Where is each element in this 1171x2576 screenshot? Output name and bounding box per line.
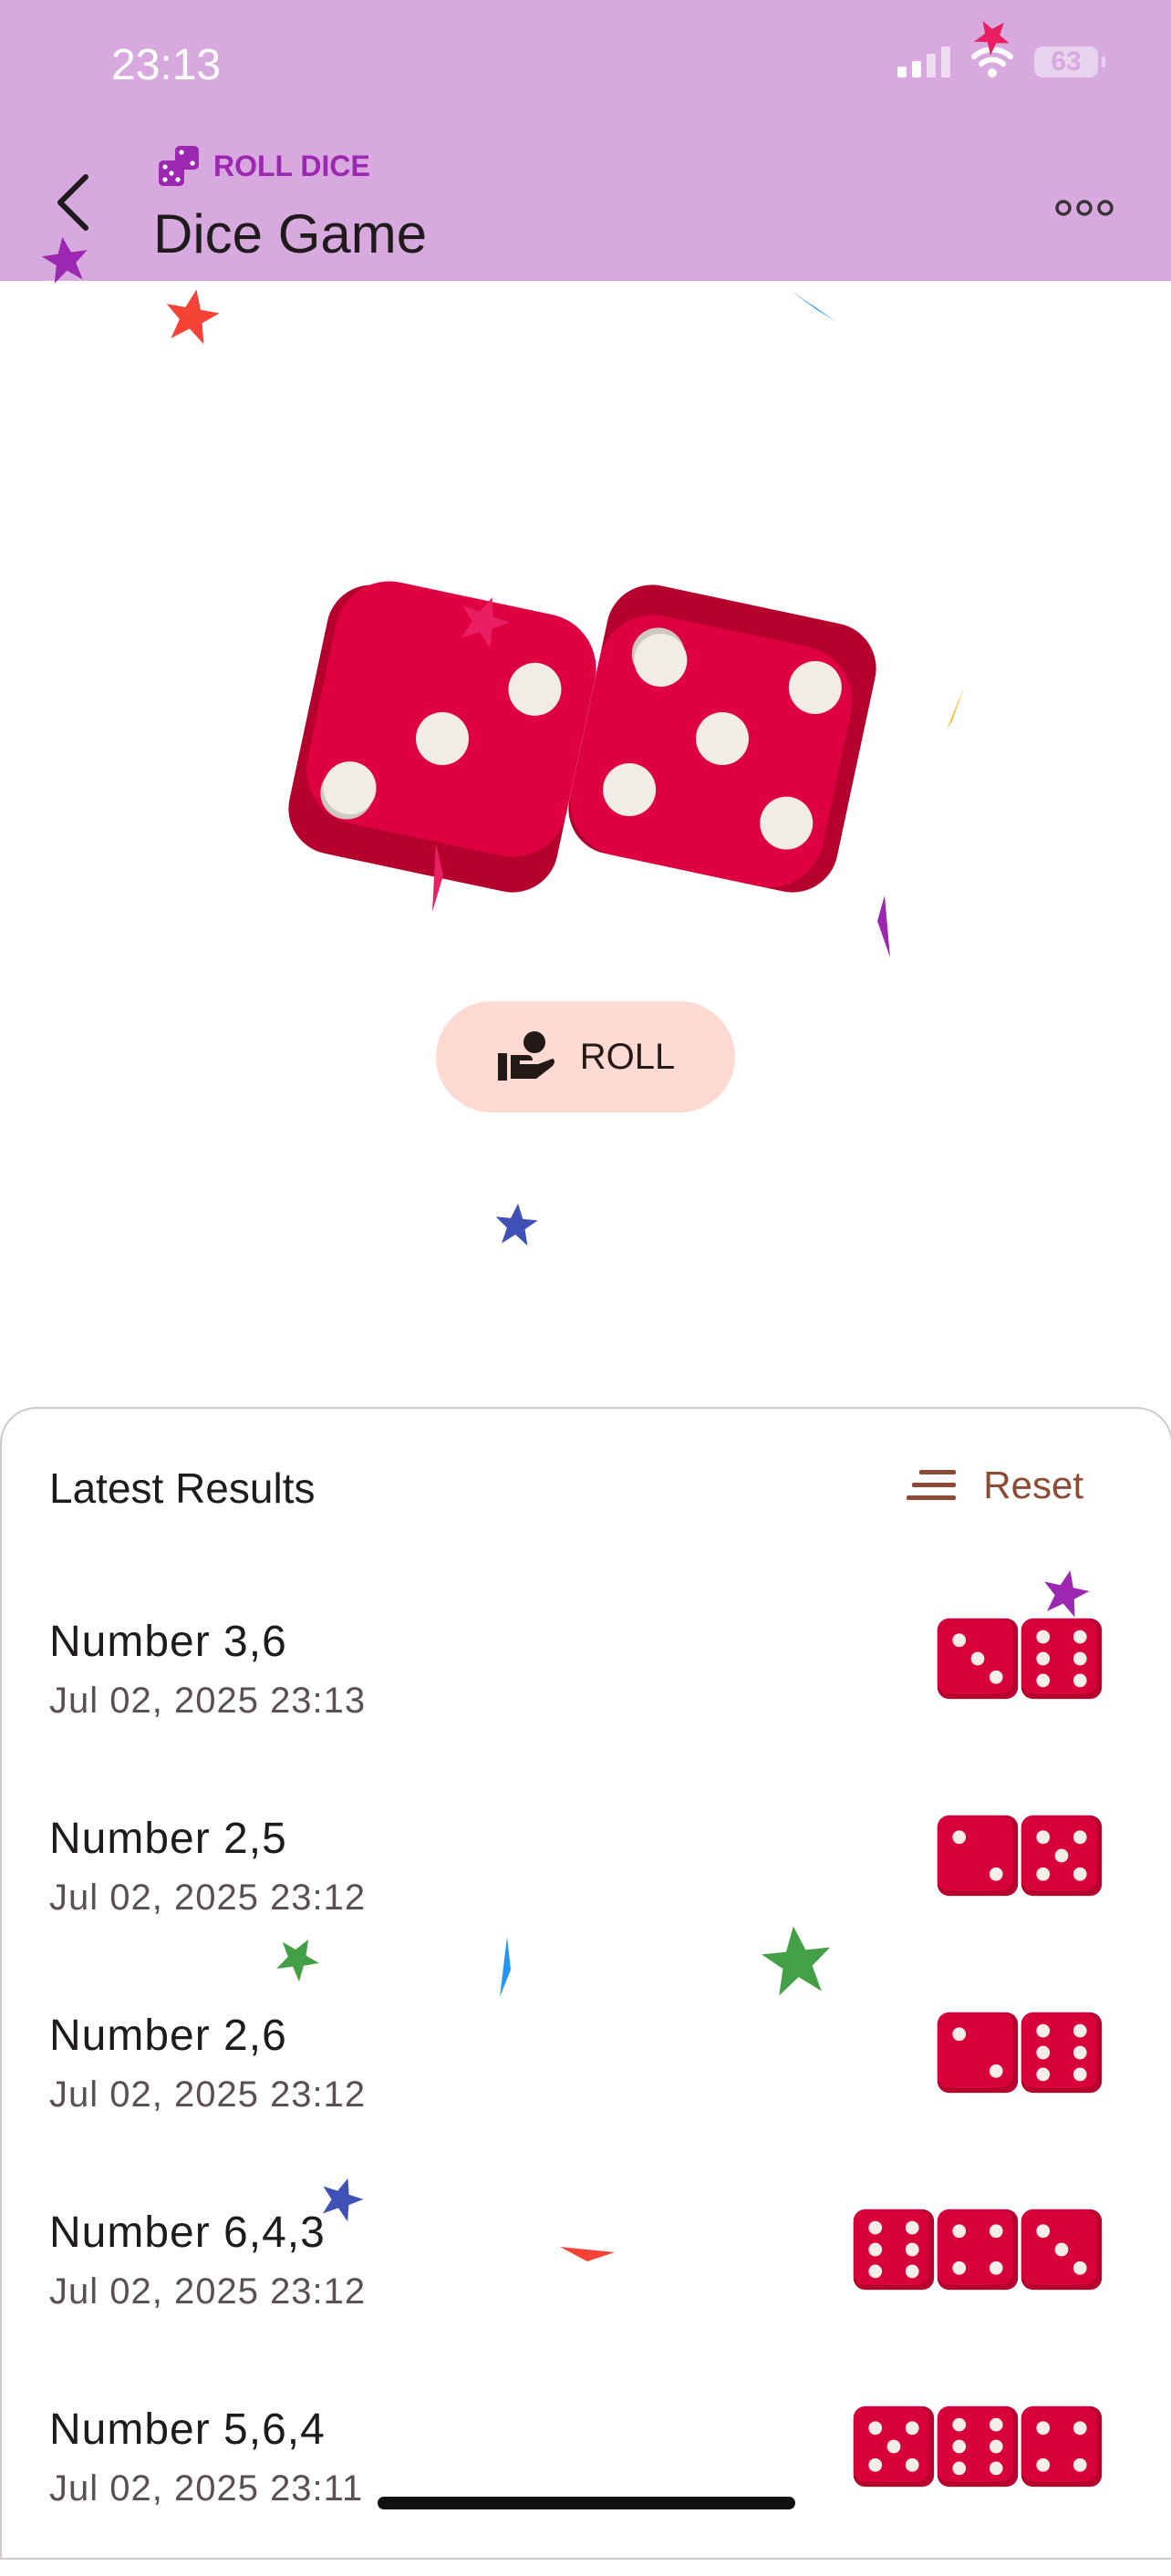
- die-face-3-icon: [937, 1618, 1019, 1700]
- result-number: Number 6,4,3: [49, 2209, 326, 2257]
- subtitle-label: ROLL DICE: [213, 149, 370, 182]
- roll-button[interactable]: ROLL: [436, 1001, 735, 1112]
- die-face-6-icon: [1021, 2012, 1103, 2094]
- more-options-icon[interactable]: [1054, 199, 1114, 217]
- app-bar: 23:13 63 ROLL DICE Dice Game: [0, 0, 1171, 281]
- results-sheet: Latest Results Reset Number 3,6 Jul 02, …: [0, 1407, 1171, 2560]
- die-left: [288, 581, 596, 893]
- wifi-icon: [971, 47, 1013, 78]
- battery-indicator: 63: [1034, 47, 1105, 78]
- die-face-2-icon: [937, 2012, 1019, 2094]
- current-dice[interactable]: [274, 565, 912, 930]
- die-face-5-icon: [853, 2405, 935, 2488]
- confetti-star-icon: [166, 289, 220, 345]
- die-face-4-icon: [1021, 2405, 1103, 2488]
- reset-button[interactable]: Reset: [907, 1464, 1083, 1507]
- die-face-6-icon: [1021, 1618, 1103, 1700]
- result-number: Number 3,6: [49, 1618, 287, 1666]
- result-dice: [852, 2405, 1104, 2488]
- result-number: Number 2,5: [49, 1815, 287, 1863]
- home-indicator: [378, 2497, 795, 2509]
- results-title: Latest Results: [49, 1464, 316, 1512]
- result-row[interactable]: Number 2,5 Jul 02, 2025 23:12: [2, 1788, 1171, 1985]
- status-icons: 63: [897, 46, 1105, 78]
- result-number: Number 5,6,4: [49, 2405, 326, 2454]
- die-face-4-icon: [937, 2209, 1019, 2291]
- result-date: Jul 02, 2025 23:11: [49, 2468, 364, 2509]
- cellular-signal-icon: [897, 47, 950, 78]
- result-dice: [936, 1617, 1104, 1701]
- result-date: Jul 02, 2025 23:13: [49, 1681, 367, 1721]
- result-date: Jul 02, 2025 23:12: [49, 1878, 367, 1918]
- result-row[interactable]: Number 3,6 Jul 02, 2025 23:13: [2, 1591, 1171, 1788]
- hand-roll-icon: [497, 1031, 554, 1081]
- result-date: Jul 02, 2025 23:12: [49, 2271, 367, 2312]
- status-time: 23:13: [111, 41, 222, 89]
- result-row[interactable]: Number 2,6 Jul 02, 2025 23:12: [2, 1985, 1171, 2182]
- die-face-3-icon: [1021, 2209, 1103, 2291]
- die-right: [568, 585, 876, 893]
- roll-label: ROLL: [579, 1036, 676, 1077]
- result-dice: [936, 2011, 1104, 2095]
- dice-icon: [159, 146, 199, 186]
- die-face-6-icon: [853, 2209, 935, 2291]
- result-date: Jul 02, 2025 23:12: [49, 2074, 367, 2115]
- page-title: Dice Game: [153, 203, 428, 264]
- result-number: Number 2,6: [49, 2012, 287, 2060]
- back-arrow-icon[interactable]: [55, 173, 91, 232]
- result-row[interactable]: Number 6,4,3 Jul 02, 2025 23:12: [2, 2182, 1171, 2379]
- die-face-5-icon: [1021, 1815, 1103, 1897]
- result-dice: [936, 1814, 1104, 1898]
- die-face-6-icon: [937, 2405, 1019, 2488]
- result-dice: [852, 2208, 1104, 2292]
- confetti-streamer-icon: [790, 290, 835, 321]
- reset-label: Reset: [983, 1464, 1083, 1506]
- sort-lines-icon: [907, 1470, 957, 1500]
- confetti-streamer-icon: [947, 686, 965, 729]
- page-subtitle: ROLL DICE: [157, 144, 370, 188]
- result-row[interactable]: Number 5,6,4 Jul 02, 2025 23:11: [2, 2379, 1171, 2576]
- confetti-star-icon: [495, 1203, 538, 1247]
- die-face-2-icon: [937, 1815, 1019, 1897]
